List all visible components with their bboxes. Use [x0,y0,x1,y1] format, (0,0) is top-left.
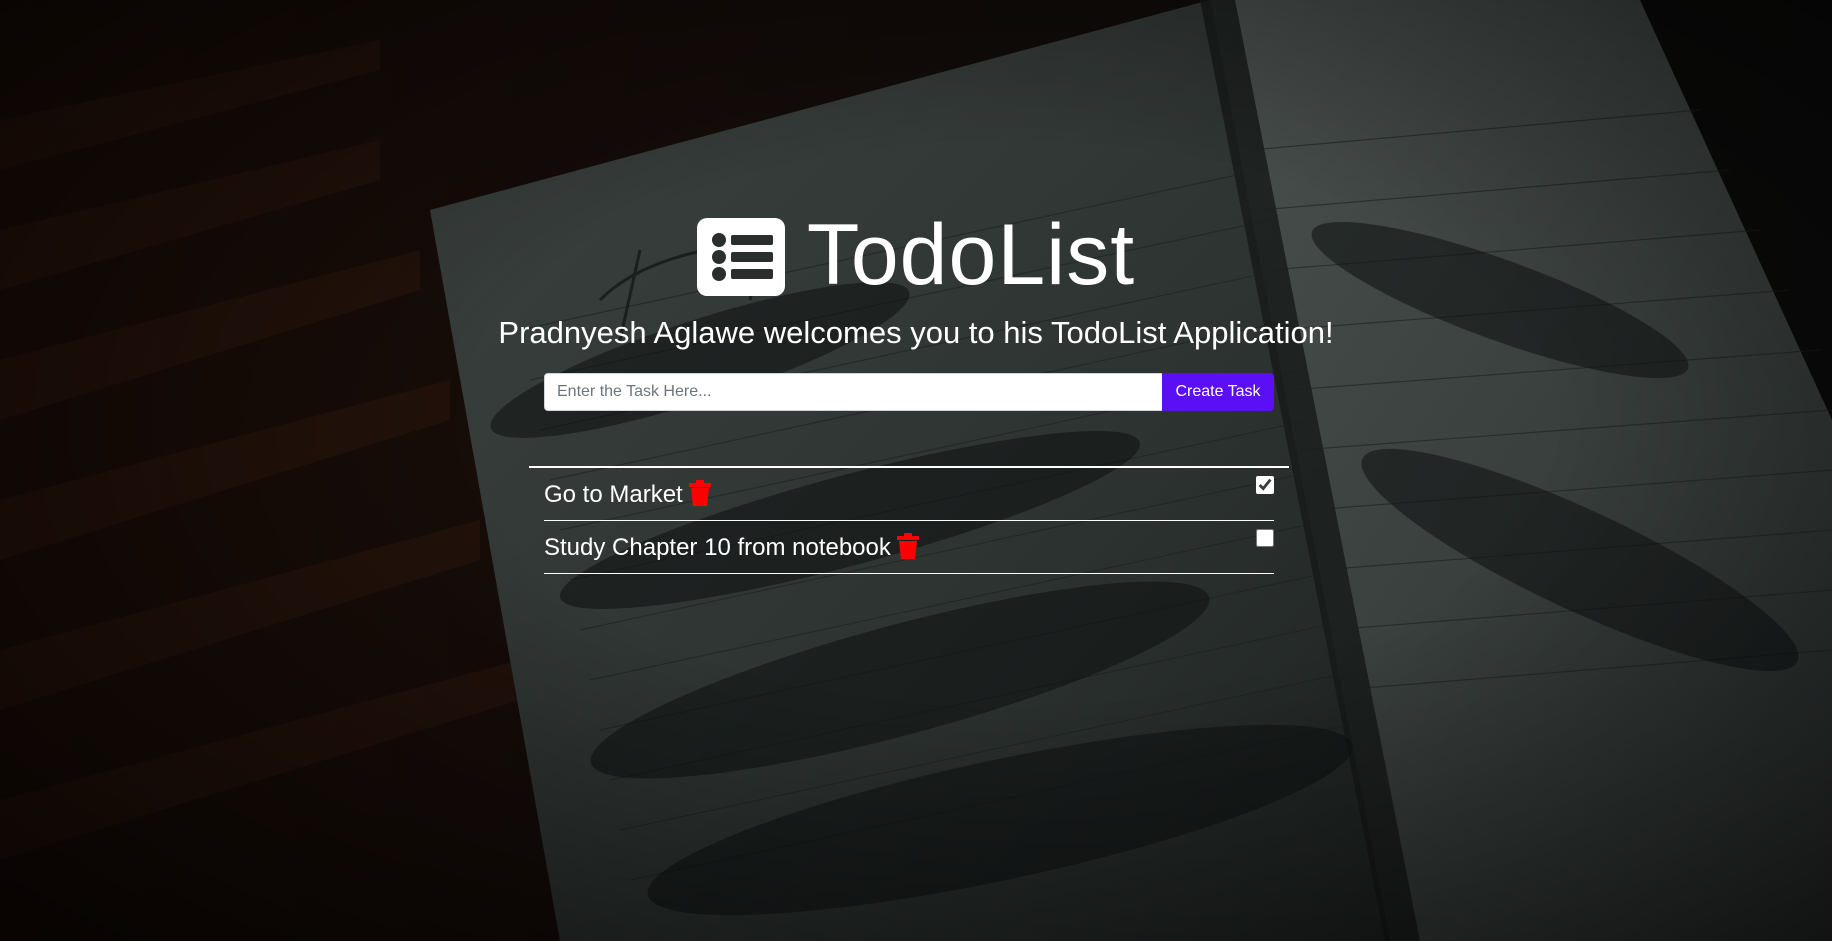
task-text: Study Chapter 10 from notebook [544,534,891,561]
task-item: Study Chapter 10 from notebook [544,521,1274,574]
task-text: Go to Market [544,481,683,508]
task-form: Create Task [544,373,1274,411]
trash-icon[interactable] [896,533,919,559]
task-item: Go to Market [544,468,1274,521]
task-input[interactable] [544,373,1162,411]
app-title: TodoList [806,207,1136,303]
welcome-message: Pradnyesh Aglawe welcomes you to his Tod… [498,315,1334,350]
app-header: TodoList [0,205,1832,305]
task-complete-checkbox[interactable] [1256,529,1274,547]
task-complete-checkbox[interactable] [1256,476,1274,494]
task-list: Go to Market Study Chapter 10 from noteb… [544,468,1274,574]
list-icon [696,218,785,296]
trash-icon[interactable] [688,480,711,506]
create-task-button[interactable]: Create Task [1162,373,1274,411]
